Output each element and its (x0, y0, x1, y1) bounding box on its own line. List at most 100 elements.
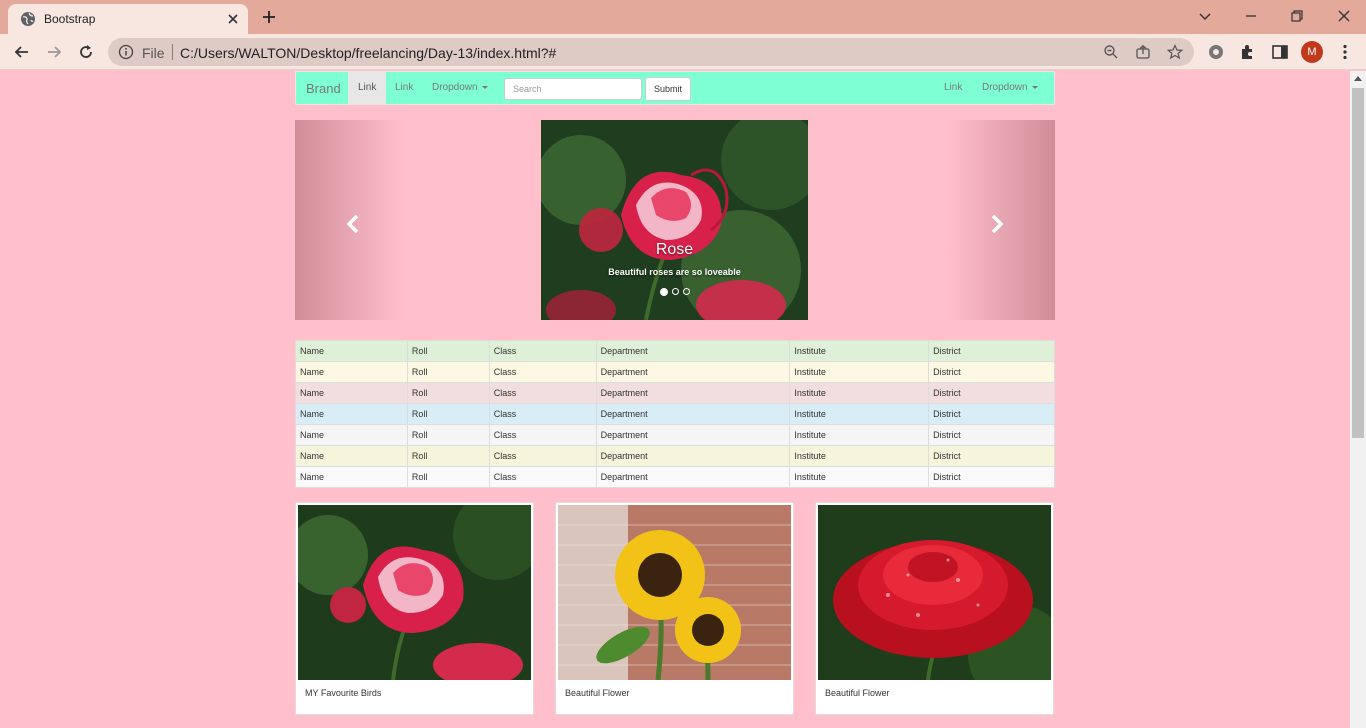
profile-avatar[interactable]: M (1301, 41, 1323, 63)
table-cell: Institute (789, 340, 930, 362)
carousel-indicators (660, 287, 692, 296)
nav-dropdown-label: Dropdown (432, 82, 478, 93)
card-image (818, 505, 1051, 680)
table-row: Name Roll Class Department Institute District (295, 466, 1055, 488)
table-cell: District (928, 361, 1055, 383)
info-icon[interactable] (118, 44, 134, 60)
carousel-indicator-active[interactable] (660, 287, 668, 296)
bookmark-star-icon[interactable] (1167, 44, 1183, 60)
carousel-indicator[interactable] (672, 288, 679, 295)
browser-toolbar: File C:/Users/WALTON/Desktop/freelancing… (0, 34, 1366, 70)
menu-kebab-icon[interactable] (1335, 42, 1355, 62)
table-cell: District (928, 340, 1055, 362)
close-tab-icon[interactable] (224, 10, 242, 28)
scroll-thumb[interactable] (1352, 88, 1364, 438)
scroll-up-arrow-icon[interactable] (1354, 76, 1362, 81)
nav-dropdown-right[interactable]: Dropdown (972, 72, 1048, 104)
table-cell: Institute (789, 403, 930, 425)
nav-link-right[interactable]: Link (934, 72, 972, 104)
side-panel-icon[interactable] (1270, 42, 1290, 62)
thumbnail-card: Beautiful Flower (555, 502, 794, 715)
table-cell: District (928, 403, 1055, 425)
table-cell: Name (295, 361, 408, 383)
thumbnail-card: Beautiful Flower (815, 502, 1054, 715)
table-cell: Class (488, 424, 597, 446)
extension-gear-icon[interactable] (1206, 42, 1226, 62)
table-row: Name Roll Class Department Institute District (295, 445, 1055, 467)
table-row: Name Roll Class Department Institute District (295, 424, 1055, 446)
address-bar[interactable]: File C:/Users/WALTON/Desktop/freelancing… (108, 38, 1194, 66)
page-scrollbar[interactable] (1350, 71, 1366, 728)
nav-dropdown[interactable]: Dropdown (422, 72, 498, 104)
table-cell: Institute (789, 445, 930, 467)
table-cell: District (928, 445, 1055, 467)
table-cell: Class (488, 466, 597, 488)
reload-icon[interactable] (76, 42, 96, 62)
table-cell: Roll (406, 445, 490, 467)
table-cell: Department (595, 340, 791, 362)
new-tab-icon[interactable] (260, 8, 278, 26)
url-scheme: File (142, 45, 165, 61)
navbar-submit-button[interactable]: Submit (645, 77, 691, 101)
table-row: Name Roll Class Department Institute District (295, 382, 1055, 404)
table-cell: Institute (789, 424, 930, 446)
carousel-next-control[interactable] (945, 120, 1055, 320)
table-cell: Department (595, 403, 791, 425)
table-cell: Department (595, 445, 791, 467)
tab-search-icon[interactable] (1195, 6, 1215, 26)
card-caption: Beautiful Flower (565, 688, 630, 698)
table-cell: Department (595, 424, 791, 446)
carousel-caption-title: Rose (655, 241, 694, 258)
chevron-left-icon (346, 214, 359, 234)
card-image (298, 505, 531, 680)
table-cell: Roll (406, 466, 490, 488)
nav-link[interactable]: Link (385, 72, 423, 104)
table-cell: Department (595, 361, 791, 383)
table-cell: Name (295, 382, 408, 404)
table-cell: Class (488, 445, 597, 467)
card-caption: Beautiful Flower (825, 688, 890, 698)
data-table: Name Roll Class Department Institute District… (295, 340, 1055, 488)
table-cell: District (928, 424, 1055, 446)
url-text[interactable]: C:/Users/WALTON/Desktop/freelancing/Day-… (180, 45, 556, 61)
share-icon[interactable] (1135, 44, 1151, 60)
table-cell: Roll (406, 424, 490, 446)
nav-link-active[interactable]: Link (348, 72, 387, 104)
table-cell: Class (488, 361, 597, 383)
table-cell: Name (295, 340, 408, 362)
card-image (558, 505, 791, 680)
navbar-brand[interactable]: Brand (306, 81, 341, 96)
carousel-indicator[interactable] (683, 288, 690, 295)
table-cell: District (928, 466, 1055, 488)
table-cell: Roll (406, 340, 490, 362)
table-cell: Class (488, 382, 597, 404)
sunflower-image (558, 505, 791, 680)
table-cell: Institute (789, 382, 930, 404)
close-window-icon[interactable] (1334, 6, 1354, 26)
card-caption: MY Favourite Birds (305, 688, 382, 698)
back-icon[interactable] (12, 42, 32, 62)
image-carousel: Rose Beautiful roses are so loveable (295, 120, 1055, 320)
caret-down-icon (1031, 85, 1038, 89)
forward-icon[interactable] (44, 42, 64, 62)
table-cell: Name (295, 424, 408, 446)
minimize-icon[interactable] (1241, 6, 1261, 26)
restore-icon[interactable] (1287, 6, 1307, 26)
extensions-puzzle-icon[interactable] (1238, 42, 1258, 62)
browser-tab[interactable]: Bootstrap (8, 4, 248, 34)
table-row: Name Roll Class Department Institute District (295, 340, 1055, 362)
table-cell: Roll (406, 361, 490, 383)
table-cell: Name (295, 445, 408, 467)
caret-down-icon (481, 85, 488, 89)
pink-rose-image (298, 505, 531, 680)
table-cell: Roll (406, 403, 490, 425)
table-cell: Roll (406, 382, 490, 404)
table-cell: Institute (789, 361, 930, 383)
table-cell: Department (595, 466, 791, 488)
carousel-prev-control[interactable] (295, 120, 405, 320)
zoom-icon[interactable] (1103, 44, 1119, 60)
table-cell: Department (595, 382, 791, 404)
table-cell: Institute (789, 466, 930, 488)
navbar-search-input[interactable] (504, 78, 642, 100)
chevron-right-icon (991, 214, 1004, 234)
